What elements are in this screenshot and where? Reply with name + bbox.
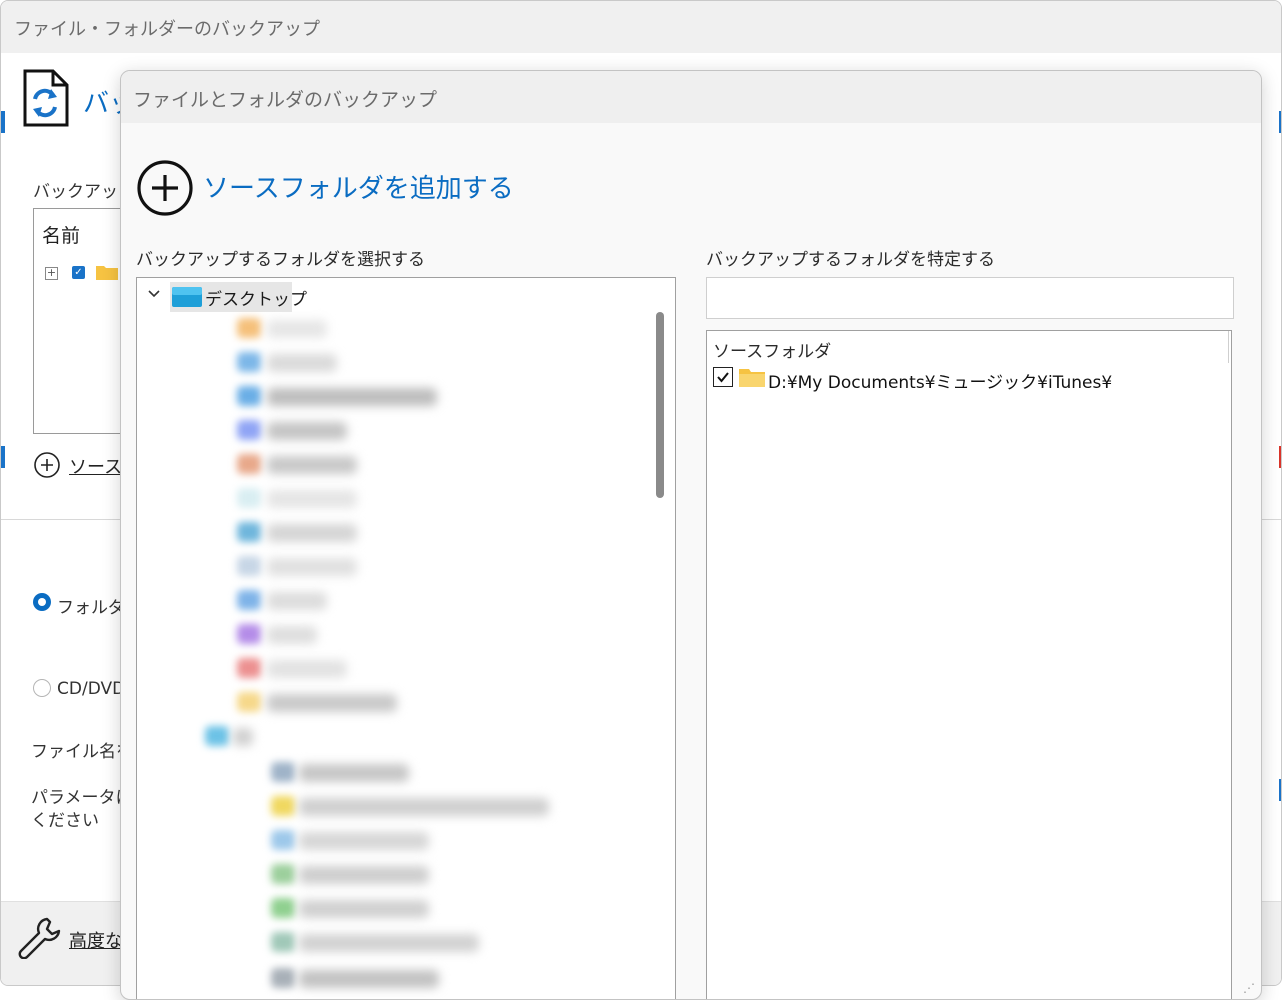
blurred-item-label [267, 524, 357, 542]
blurred-item-icon [271, 864, 295, 884]
blurred-item-label [267, 354, 337, 372]
resize-grip-icon[interactable]: ⋰ [1243, 981, 1255, 995]
blurred-item-icon [271, 898, 295, 918]
wrench-icon[interactable] [17, 915, 61, 959]
blurred-item-icon [237, 488, 261, 508]
blurred-item-label [267, 660, 347, 678]
add-circle-icon[interactable] [136, 159, 194, 217]
blurred-item-label [267, 694, 397, 712]
folder-backup-dialog: ファイルとフォルダのバックアップ ソースフォルダを追加する バックアップするフォ… [120, 70, 1262, 1000]
blurred-item-icon [237, 624, 261, 644]
blurred-item-icon [237, 658, 261, 678]
blurred-item-icon [237, 454, 261, 474]
blurred-item-label [299, 798, 549, 816]
desktop-icon [172, 287, 202, 307]
blurred-item-icon [205, 726, 229, 746]
checkmark-icon [717, 372, 729, 383]
folder-icon [96, 266, 118, 280]
backup-document-icon [23, 69, 69, 127]
blurred-item-icon [271, 762, 295, 782]
blurred-item-icon [237, 522, 261, 542]
blurred-item-label [267, 558, 357, 576]
blurred-item-icon [237, 318, 261, 338]
blurred-item-label [299, 764, 409, 782]
tree-item-desktop-label: デスクトップ [205, 290, 307, 310]
specify-folder-input[interactable] [706, 277, 1234, 319]
radio-folder[interactable] [33, 593, 51, 611]
expand-icon[interactable]: + [45, 267, 58, 280]
add-circle-icon[interactable] [33, 451, 61, 479]
filename-label: ファイル名を [31, 742, 133, 762]
blurred-item-icon [237, 590, 261, 610]
blurred-item-icon [237, 352, 261, 372]
blurred-item-label [267, 422, 347, 440]
edge-marker [1, 446, 5, 468]
advanced-settings-link[interactable]: 高度な [69, 927, 123, 953]
blurred-item-label [299, 832, 429, 850]
source-folder-list[interactable]: ソースフォルダ D:¥My Documents¥ミュージック¥iTunes¥ [706, 330, 1232, 999]
folder-icon [739, 369, 765, 387]
parameter-label-line2: ください [31, 811, 99, 831]
main-window-title: ファイル・フォルダーのバックアップ [14, 19, 320, 40]
main-window-titlebar: ファイル・フォルダーのバックアップ [1, 1, 1281, 53]
column-divider [1228, 331, 1229, 363]
radio-cd-dvd[interactable] [33, 679, 51, 697]
select-folder-label: バックアップするフォルダを選択する [136, 250, 425, 270]
blurred-item-icon [271, 932, 295, 952]
source-folder-header: ソースフォルダ [713, 342, 832, 362]
dialog-titlebar: ファイルとフォルダのバックアップ [121, 71, 1261, 123]
dialog-title: ファイルとフォルダのバックアップ [133, 89, 438, 111]
blurred-item-icon [237, 386, 261, 406]
blurred-item-label [299, 866, 429, 884]
source-item-checkbox[interactable] [713, 367, 733, 387]
blurred-item-label [299, 970, 439, 988]
blurred-item-label [299, 934, 479, 952]
blurred-item-icon [237, 692, 261, 712]
blurred-item-label [267, 490, 357, 508]
chevron-down-icon[interactable] [147, 289, 161, 299]
radio-cd-dvd-label: CD/DVD [57, 679, 126, 699]
edge-marker [1, 111, 5, 133]
blurred-item-icon [237, 556, 261, 576]
source-item-path: D:¥My Documents¥ミュージック¥iTunes¥ [768, 373, 1113, 393]
blurred-item-label [267, 592, 327, 610]
blurred-item-icon [271, 830, 295, 850]
blurred-item-label [267, 320, 327, 338]
folder-tree[interactable]: デスクトップ [136, 277, 676, 999]
blurred-item-label [267, 626, 317, 644]
add-source-folder-link[interactable]: ソースフォルダを追加する [203, 168, 514, 205]
radio-folder-label: フォルダ [57, 598, 125, 618]
blurred-item-label [233, 728, 253, 746]
blurred-item-label [299, 900, 429, 918]
tree-scrollbar[interactable] [656, 312, 664, 498]
specify-folder-label: バックアップするフォルダを特定する [706, 250, 995, 270]
column-header-name: 名前 [42, 225, 81, 247]
blurred-item-icon [271, 968, 295, 988]
blurred-item-label [267, 456, 357, 474]
blurred-item-icon [271, 796, 295, 816]
blurred-item-label [267, 388, 437, 406]
blurred-item-icon [237, 420, 261, 440]
item-checkbox[interactable]: ✓ [72, 266, 85, 279]
